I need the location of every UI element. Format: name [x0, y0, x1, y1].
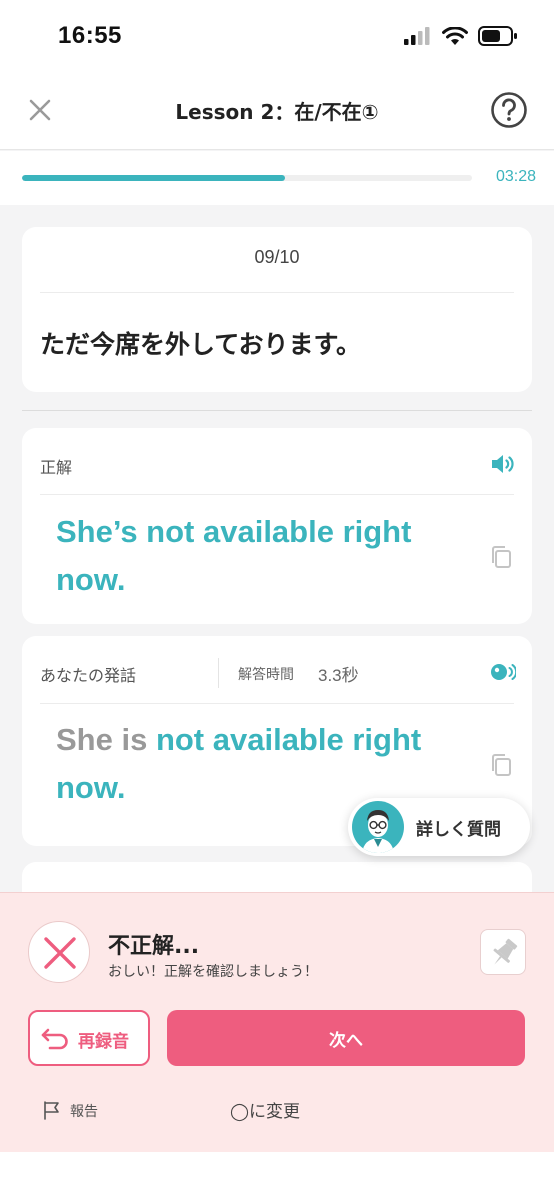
status-icons [404, 26, 518, 46]
status-time: 16:55 [58, 22, 122, 49]
pin-icon [493, 938, 518, 965]
battery-icon [478, 26, 517, 46]
help-icon[interactable] [490, 91, 528, 129]
progress-fill [22, 175, 286, 181]
incorrect-x-icon [44, 937, 76, 969]
progress-area: 03:28 [0, 151, 554, 205]
result-title: 不正解... [108, 934, 200, 959]
report-label: 報告 [70, 1104, 98, 1120]
incorrect-badge [28, 921, 90, 983]
pin-button[interactable] [480, 929, 526, 975]
tutor-avatar [352, 801, 404, 853]
cellular-signal-icon [404, 27, 430, 45]
ask-detail-button[interactable]: 詳しく質問 [348, 798, 530, 856]
lesson-title: Lesson 2：在/不在① [175, 100, 379, 124]
result-subtitle: おしい！正解を確認しましょう！ [108, 964, 318, 980]
status-bar: 16:55 [0, 0, 554, 74]
undo-arrow-icon [41, 1028, 68, 1050]
rerecord-label: 再録音 [78, 1032, 129, 1052]
next-button[interactable]: 次へ [167, 1010, 525, 1066]
flag-icon [44, 1101, 59, 1120]
question-card: 09/10 ただ今席を外しております。 [22, 227, 532, 392]
answer-time-label: 解答時間 [238, 667, 294, 683]
your-speech-label: あなたの発話 [40, 666, 137, 685]
next-label: 次へ [329, 1031, 363, 1051]
progress-bar [22, 175, 472, 181]
answer-time-value: 3.3秒 [318, 666, 359, 685]
section-divider [22, 410, 532, 411]
nav-bar: Lesson 2：在/不在① [0, 74, 554, 150]
divider [40, 703, 514, 704]
divider [218, 658, 219, 688]
correct-answer-label: 正解 [40, 458, 73, 477]
correct-answer-text: She’s not available right now. [56, 514, 412, 597]
timer: 03:28 [495, 168, 536, 185]
tutor-avatar-icon [362, 810, 394, 853]
copy-icon[interactable] [490, 545, 512, 569]
ask-detail-label: 詳しく質問 [416, 820, 501, 840]
divider [40, 292, 514, 293]
result-panel: 不正解... おしい！正解を確認しましょう！ 再録音 次へ 報告 ◯に変更 [0, 892, 554, 1152]
divider [40, 494, 514, 495]
bottom-safe-area [0, 1152, 554, 1200]
voice-playback-icon[interactable] [490, 660, 516, 684]
incorrect-speech-part: She is [56, 722, 156, 757]
correct-answer-card: 正解 She’s not available right now. [22, 428, 532, 624]
question-counter: 09/10 [254, 247, 300, 267]
copy-icon[interactable] [490, 753, 512, 777]
wifi-icon [442, 26, 468, 45]
rerecord-button[interactable]: 再録音 [28, 1010, 150, 1066]
speaker-icon[interactable] [490, 452, 516, 476]
mark-correct-link[interactable]: ◯に変更 [230, 1097, 300, 1122]
question-text: ただ今席を外しております。 [40, 330, 362, 359]
